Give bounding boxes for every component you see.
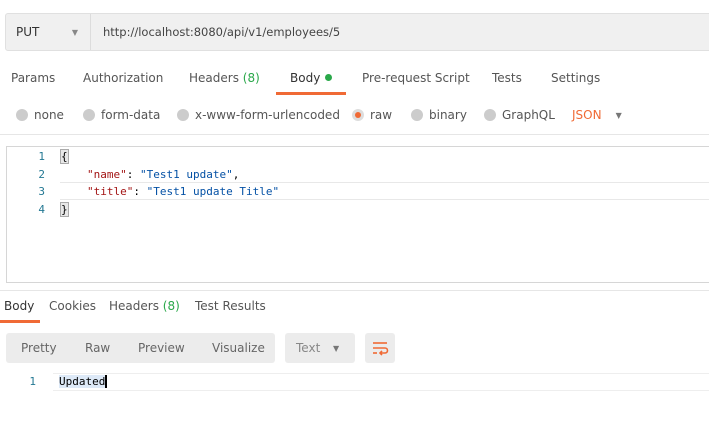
divider [53, 390, 709, 391]
radio-label: GraphQL [502, 108, 555, 122]
chevron-down-icon: ▼ [71, 27, 78, 37]
radio-label: none [34, 108, 64, 122]
radio-graphql[interactable]: GraphQL [484, 108, 555, 122]
radio-binary[interactable]: binary [411, 108, 467, 122]
radio-raw[interactable]: raw [352, 108, 392, 122]
divider [0, 134, 709, 135]
tab-settings[interactable]: Settings [551, 71, 600, 85]
tab-headers-label: Headers [189, 71, 239, 85]
response-tab-test-results[interactable]: Test Results [195, 299, 266, 313]
headers-count: (8) [242, 71, 260, 85]
code-line: "name": "Test1 update", [87, 168, 239, 181]
line-number: 2 [38, 168, 45, 181]
method-label: PUT [16, 25, 40, 39]
chevron-down-icon: ▼ [615, 110, 622, 120]
json-value: "Test1 update Title" [146, 185, 280, 198]
chevron-down-icon: ▼ [333, 344, 340, 353]
divider [53, 373, 709, 374]
radio-label: form-data [101, 108, 161, 122]
view-visualize-button[interactable]: Visualize [212, 341, 265, 355]
response-tab-body[interactable]: Body [4, 299, 34, 313]
json-key: "name" [87, 168, 127, 181]
tab-headers[interactable]: Headers (8) [189, 71, 260, 85]
view-preview-button[interactable]: Preview [138, 341, 185, 355]
tab-prerequest-script[interactable]: Pre-request Script [362, 71, 470, 85]
radio-label: binary [429, 108, 467, 122]
radio-icon [411, 109, 423, 121]
code-line: } [60, 202, 69, 217]
tab-tests[interactable]: Tests [492, 71, 522, 85]
radio-urlencoded[interactable]: x-www-form-urlencoded [177, 108, 340, 122]
radio-icon [177, 109, 189, 121]
format-select[interactable]: JSON ▼ [572, 108, 622, 122]
radio-icon [16, 109, 28, 121]
active-tab-indicator [0, 320, 40, 323]
radio-label: raw [370, 108, 393, 122]
brace: } [60, 202, 69, 217]
tab-body-label: Body [290, 71, 321, 85]
tab-params[interactable]: Params [11, 71, 55, 85]
tab-authorization[interactable]: Authorization [83, 71, 163, 85]
status-dot-icon [325, 74, 333, 81]
wrap-icon [373, 342, 389, 356]
divider [0, 290, 709, 291]
colon: : [133, 185, 147, 198]
format-label: JSON [572, 108, 602, 122]
json-value: "Test1 update" [140, 168, 233, 181]
response-tab-headers[interactable]: Headers (8) [109, 299, 180, 313]
radio-selected-icon [352, 109, 364, 121]
json-key: "title" [87, 185, 134, 198]
line-number: 1 [38, 150, 45, 163]
response-format-label: Text [296, 341, 321, 355]
tab-body[interactable]: Body [290, 71, 333, 85]
radio-form-data[interactable]: form-data [83, 108, 160, 122]
url-bar: PUT ▼ http://localhost:8080/api/v1/employ… [5, 13, 709, 51]
brace: { [60, 149, 69, 164]
colon: : [126, 168, 140, 181]
body-editor[interactable]: 1 2 3 4 { "name": "Test1 update", "title… [6, 146, 709, 283]
method-select[interactable]: PUT ▼ [6, 14, 91, 50]
tab-headers-label: Headers [109, 299, 159, 313]
code-line: { [60, 149, 69, 164]
response-tab-cookies[interactable]: Cookies [49, 299, 96, 313]
view-pretty-button[interactable]: Pretty [21, 341, 57, 355]
headers-count: (8) [162, 299, 180, 313]
line-number: 3 [38, 185, 45, 198]
code-line: "title": "Test1 update Title" [87, 185, 279, 198]
response-body-text[interactable]: Updated [59, 375, 108, 388]
radio-icon [484, 109, 496, 121]
radio-icon [83, 109, 95, 121]
wrap-lines-button[interactable] [365, 333, 395, 363]
url-input[interactable]: http://localhost:8080/api/v1/employees/5 [91, 25, 340, 39]
line-number: 4 [38, 203, 45, 216]
line-number: 1 [29, 375, 36, 388]
view-raw-button[interactable]: Raw [85, 341, 110, 355]
radio-none[interactable]: none [16, 108, 64, 122]
comma: , [232, 168, 240, 181]
active-tab-indicator [276, 92, 346, 95]
radio-label: x-www-form-urlencoded [195, 108, 340, 122]
